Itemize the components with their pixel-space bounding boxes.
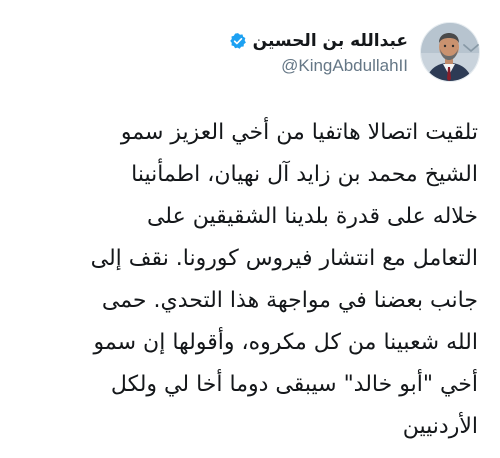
tweet-text-line: خلاله على قدرة بلدينا الشقيقين على <box>146 204 478 229</box>
tweet-header: عبدالله بن الحسين @KingAbdullahII <box>40 22 480 92</box>
chevron-down-icon[interactable] <box>462 42 480 54</box>
display-name[interactable]: عبدالله بن الحسين <box>253 31 408 51</box>
name-row: عبدالله بن الحسين <box>229 28 408 54</box>
verified-badge-icon <box>229 32 247 50</box>
user-info: عبدالله بن الحسين @KingAbdullahII <box>229 28 408 76</box>
tweet-text-line: تلقيت اتصالا هاتفيا من أخي العزيز سمو <box>120 120 478 145</box>
tweet-text-line: الله شعبينا من كل مكروه، وأقولها إن سمو <box>93 330 478 355</box>
tweet-text-line: أخي "أبو خالد" سيبقى دوما أخا لي ولكل <box>110 372 478 397</box>
tweet-text: تلقيت اتصالا هاتفيا من أخي العزيز سمو ال… <box>22 112 478 448</box>
tweet-text-line: الشيخ محمد بن زايد آل نهيان، اطمأنينا <box>131 162 478 187</box>
tweet-text-line: الأردنيين <box>402 414 478 439</box>
user-handle[interactable]: @KingAbdullahII <box>229 56 408 76</box>
tweet-text-line: التعامل مع انتشار فيروس كورونا. نقف إلى <box>90 246 478 271</box>
tweet-text-line: جانب بعضنا في مواجهة هذا التحدي. حمى <box>101 288 478 313</box>
